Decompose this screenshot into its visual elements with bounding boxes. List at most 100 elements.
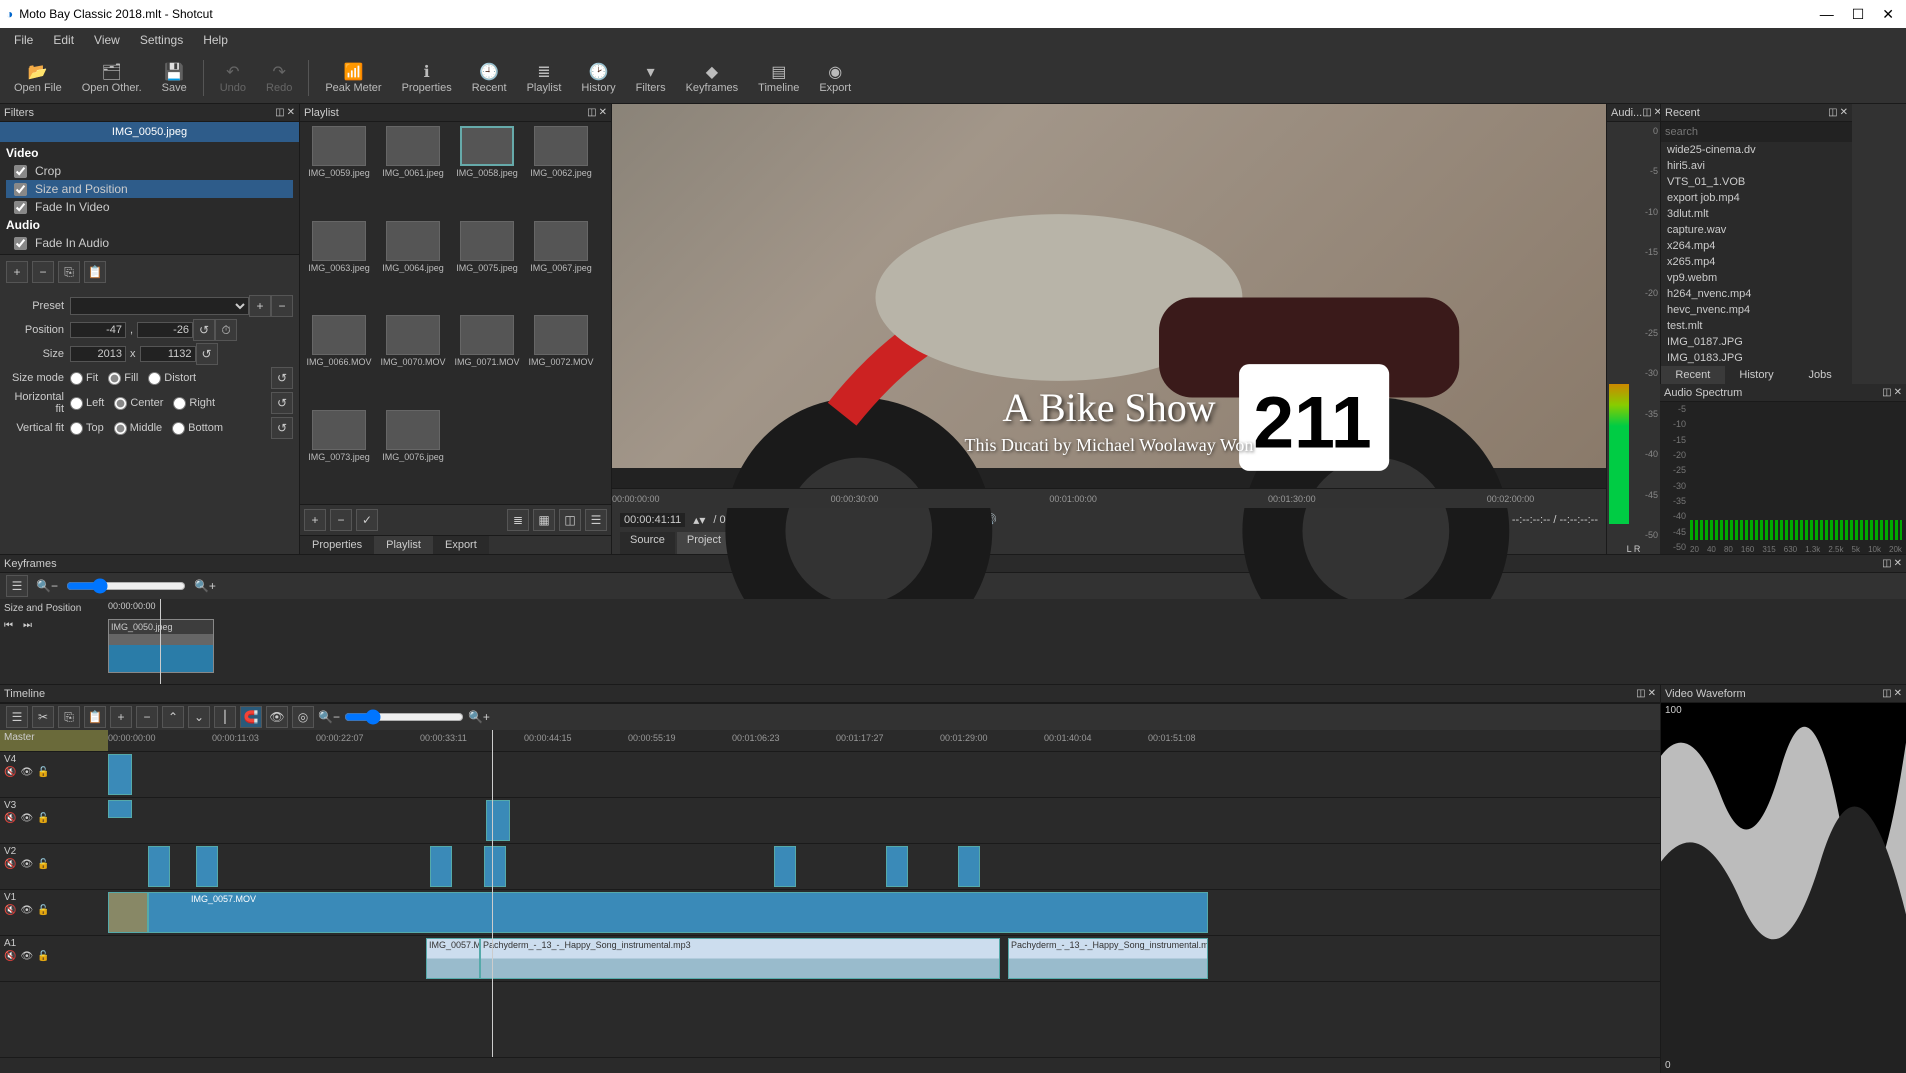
vfit-radio[interactable] — [70, 422, 83, 435]
export-button[interactable]: ◉Export — [811, 60, 859, 96]
hide-icon[interactable]: 👁 — [20, 905, 33, 916]
lock-icon[interactable]: 🔓 — [37, 813, 49, 824]
zoom-in-icon[interactable]: 🔍+ — [194, 579, 216, 593]
tab-jobs[interactable]: Jobs — [1788, 366, 1852, 384]
timeline-clip[interactable] — [774, 846, 796, 887]
size-w-input[interactable] — [70, 346, 126, 362]
tl-split-button[interactable]: ⎮ — [214, 706, 236, 728]
position-keyframe-button[interactable]: ⏱ — [215, 319, 237, 341]
panel-close-icon[interactable]: ✕ — [1894, 558, 1902, 569]
size-mode-option[interactable]: Fit — [70, 372, 98, 385]
timeline-clip[interactable] — [108, 800, 132, 818]
panel-close-icon[interactable]: ✕ — [599, 107, 607, 118]
tl-paste-button[interactable]: 📋 — [84, 706, 106, 728]
recent-item[interactable]: test.mlt — [1661, 318, 1852, 334]
recent-item[interactable]: VTS_01_1.VOB — [1661, 174, 1852, 190]
hfit-radio[interactable] — [70, 397, 83, 410]
lock-icon[interactable]: 🔓 — [37, 951, 49, 962]
close-button[interactable]: ✕ — [1882, 6, 1894, 23]
filter-enable-checkbox[interactable] — [14, 237, 27, 250]
playlist-item[interactable]: IMG_0076.jpeg — [378, 410, 448, 501]
recent-item[interactable]: IMG_0187.JPG — [1661, 334, 1852, 350]
vfit-radio[interactable] — [114, 422, 127, 435]
playlist-item[interactable]: IMG_0072.MOV — [526, 315, 596, 406]
size-mode-option[interactable]: Fill — [108, 372, 138, 385]
timeline-clip[interactable] — [484, 846, 506, 887]
kf-clip[interactable]: IMG_0050.jpeg — [108, 619, 214, 673]
hide-icon[interactable]: 👁 — [20, 767, 33, 778]
panel-popout-icon[interactable]: ◫ — [1642, 107, 1651, 118]
playlist-item[interactable]: IMG_0073.jpeg — [304, 410, 374, 501]
zoom-out-icon[interactable]: 🔍− — [318, 710, 340, 724]
size-mode-radio[interactable] — [70, 372, 83, 385]
tl-overwrite-button[interactable]: ⌄ — [188, 706, 210, 728]
menu-help[interactable]: Help — [193, 30, 238, 50]
filter-enable-checkbox[interactable] — [14, 201, 27, 214]
tl-remove-button[interactable]: − — [136, 706, 158, 728]
playlist-view-icons-button[interactable]: ◫ — [559, 509, 581, 531]
timeline-clip[interactable] — [108, 754, 132, 795]
preview-viewport[interactable]: 211 A Bike Show This Ducati by Michael W… — [612, 104, 1606, 468]
history-button[interactable]: 🕑History — [573, 60, 623, 96]
track-head-v2[interactable]: V2🔇👁🔓 — [0, 844, 108, 890]
timeline-button[interactable]: ▤Timeline — [750, 60, 807, 96]
hide-icon[interactable]: 👁 — [20, 859, 33, 870]
filter-item[interactable]: Fade In Audio — [6, 234, 293, 252]
playlist-update-button[interactable]: ✓ — [356, 509, 378, 531]
recent-item[interactable]: h264_nvenc.mp4 — [1661, 286, 1852, 302]
size-h-input[interactable] — [140, 346, 196, 362]
panel-popout-icon[interactable]: ◫ — [1882, 688, 1891, 699]
track-head-master[interactable]: Master — [0, 730, 108, 752]
timeline-clip[interactable]: IMG_0057.MO — [426, 938, 480, 979]
filter-enable-checkbox[interactable] — [14, 183, 27, 196]
open-other-button[interactable]: 🗂Open Other. — [74, 60, 150, 96]
menu-settings[interactable]: Settings — [130, 30, 193, 50]
kf-prev-button[interactable]: ⏮ — [4, 620, 13, 631]
timeline-clip[interactable]: Pachyderm_-_13_-_Happy_Song_instrumental… — [480, 938, 1000, 979]
hide-icon[interactable]: 👁 — [20, 813, 33, 824]
open-file-button[interactable]: 📂Open File — [6, 60, 70, 96]
tl-ripple-button[interactable]: ◎ — [292, 706, 314, 728]
maximize-button[interactable]: ☐ — [1852, 6, 1865, 23]
position-y-input[interactable] — [137, 322, 193, 338]
menu-file[interactable]: File — [4, 30, 43, 50]
mute-icon[interactable]: 🔇 — [4, 767, 16, 778]
copy-filter-button[interactable]: ⎘ — [58, 261, 80, 283]
panel-close-icon[interactable]: ✕ — [287, 107, 295, 118]
remove-filter-button[interactable]: − — [32, 261, 54, 283]
recent-item[interactable]: capture.wav — [1661, 222, 1852, 238]
tl-copy-button[interactable]: ⎘ — [58, 706, 80, 728]
timeline-clip[interactable] — [958, 846, 980, 887]
panel-popout-icon[interactable]: ◫ — [1882, 387, 1891, 398]
add-filter-button[interactable]: + — [6, 261, 28, 283]
timeline-scrollbar[interactable] — [0, 1057, 1660, 1073]
hfit-radio[interactable] — [173, 397, 186, 410]
tab-export[interactable]: Export — [433, 536, 489, 554]
timeline-clip[interactable] — [886, 846, 908, 887]
playlist-item[interactable]: IMG_0066.MOV — [304, 315, 374, 406]
menu-view[interactable]: View — [84, 30, 130, 50]
paste-filter-button[interactable]: 📋 — [84, 261, 106, 283]
tl-cut-button[interactable]: ✂ — [32, 706, 54, 728]
vfit-radio[interactable] — [172, 422, 185, 435]
vfit-option[interactable]: Bottom — [172, 422, 223, 435]
peak-meter-button[interactable]: 📶Peak Meter — [317, 60, 389, 96]
playlist-item[interactable]: IMG_0075.jpeg — [452, 221, 522, 312]
hide-icon[interactable]: 👁 — [20, 951, 33, 962]
timeline-clip[interactable] — [430, 846, 452, 887]
vfit-option[interactable]: Middle — [114, 422, 162, 435]
playlist-item[interactable]: IMG_0067.jpeg — [526, 221, 596, 312]
timeline-clip[interactable] — [108, 892, 148, 933]
lock-icon[interactable]: 🔓 — [37, 859, 49, 870]
recent-item[interactable]: IMG_0183.JPG — [1661, 350, 1852, 366]
playlist-item[interactable]: IMG_0064.jpeg — [378, 221, 448, 312]
track-head-a1[interactable]: A1🔇👁🔓 — [0, 936, 108, 982]
timeline-clip[interactable] — [486, 800, 510, 841]
menu-edit[interactable]: Edit — [43, 30, 84, 50]
position-reset-button[interactable]: ↺ — [193, 319, 215, 341]
tl-menu-button[interactable]: ☰ — [6, 706, 28, 728]
preview-ruler[interactable]: 00:00:00:0000:00:30:0000:01:00:0000:01:3… — [612, 488, 1606, 508]
panel-close-icon[interactable]: ✕ — [1648, 688, 1656, 699]
timeline-clip[interactable] — [148, 846, 170, 887]
playlist-remove-button[interactable]: − — [330, 509, 352, 531]
